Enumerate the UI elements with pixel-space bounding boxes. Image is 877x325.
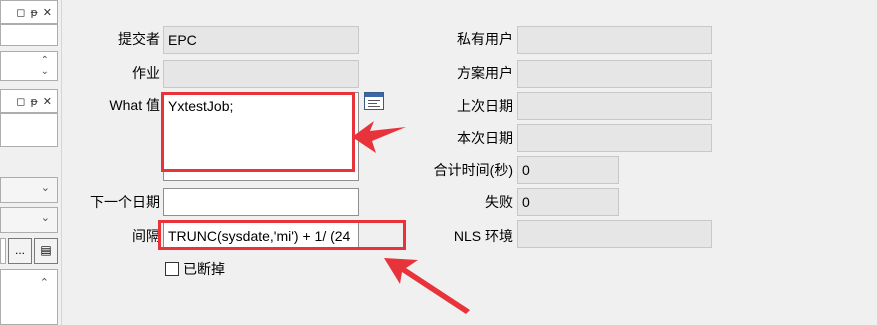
- this-date-label: 本次日期: [457, 130, 513, 146]
- broken-label: 已断掉: [183, 261, 225, 277]
- submitter-field[interactable]: EPC: [163, 26, 359, 54]
- editor-icon-line: [368, 106, 380, 107]
- next-date-label: 下一个日期: [90, 194, 160, 210]
- total-time-field[interactable]: 0: [517, 156, 619, 184]
- total-time-label: 合计时间(秒): [433, 162, 513, 178]
- restore-icon[interactable]: ◻: [16, 7, 25, 18]
- editor-icon-titlebar: [365, 93, 383, 97]
- failures-label: 失败: [485, 194, 513, 210]
- private-user-field[interactable]: [517, 26, 712, 54]
- job-field[interactable]: [163, 60, 359, 88]
- close-icon[interactable]: ✕: [43, 96, 52, 107]
- nls-env-field[interactable]: [517, 220, 712, 248]
- interval-label: 间隔: [132, 228, 160, 244]
- last-date-label: 上次日期: [457, 98, 513, 114]
- annotation-box-what: [161, 92, 355, 172]
- private-user-label: 私有用户: [457, 31, 513, 47]
- what-label: What 值: [109, 97, 160, 113]
- panel-titlebar-top: ◻ ᵽ ✕: [0, 0, 58, 24]
- broken-checkbox[interactable]: [165, 262, 179, 276]
- chevron-down-icon: ⌄: [40, 181, 50, 194]
- submitter-label: 提交者: [118, 31, 160, 47]
- editor-icon[interactable]: [364, 92, 384, 110]
- combo-box-1[interactable]: ⌄: [0, 177, 58, 203]
- pin-icon[interactable]: ᵽ: [30, 96, 37, 107]
- list-box[interactable]: ⌃: [0, 269, 58, 325]
- panel-titlebar-middle: ◻ ᵽ ✕: [0, 89, 58, 113]
- restore-icon[interactable]: ◻: [16, 96, 25, 107]
- spin-input[interactable]: ⌃ ⌄: [0, 51, 58, 81]
- combo-box-2[interactable]: ⌄: [0, 207, 58, 233]
- panel-content-middle: [0, 113, 58, 147]
- job-label: 作业: [132, 65, 160, 81]
- small-input[interactable]: [0, 238, 6, 264]
- close-icon[interactable]: ✕: [43, 7, 52, 18]
- chevron-up-icon: ⌃: [39, 276, 49, 289]
- chevron-down-icon: ⌄: [40, 211, 50, 224]
- annotation-arrow-interval: [384, 258, 470, 314]
- pin-icon[interactable]: ᵽ: [30, 7, 37, 18]
- schema-user-field[interactable]: [517, 60, 712, 88]
- nls-env-label: NLS 环境: [453, 228, 513, 244]
- last-date-field[interactable]: [517, 92, 712, 120]
- failures-field[interactable]: 0: [517, 188, 619, 216]
- spin-down-icon[interactable]: ⌄: [41, 67, 49, 77]
- this-date-field[interactable]: [517, 124, 712, 152]
- next-date-field[interactable]: [163, 188, 359, 216]
- panel-content-top: [0, 24, 58, 46]
- document-icon[interactable]: ▤: [34, 238, 58, 264]
- more-button[interactable]: ...: [8, 238, 32, 264]
- editor-icon-line: [368, 100, 380, 101]
- annotation-box-interval: [158, 220, 406, 250]
- spin-up-icon[interactable]: ⌃: [41, 56, 49, 66]
- editor-icon-line: [368, 103, 377, 104]
- schema-user-label: 方案用户: [457, 65, 513, 81]
